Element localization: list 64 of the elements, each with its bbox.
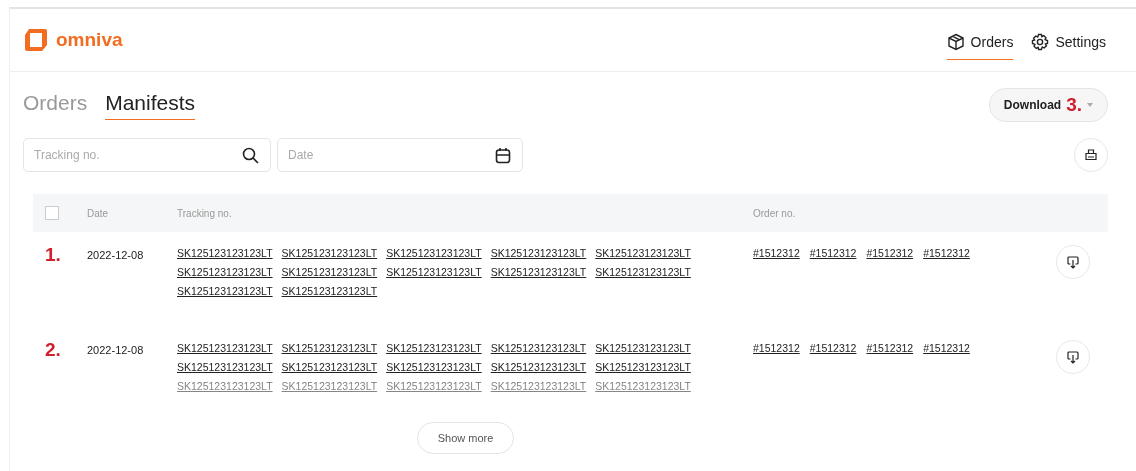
tracking-link[interactable]: SK125123123123LT bbox=[177, 283, 273, 299]
download-button[interactable]: Download 3. bbox=[988, 88, 1108, 122]
download-icon bbox=[1067, 350, 1079, 364]
tracking-link[interactable]: SK125123123123LT bbox=[386, 359, 482, 375]
order-link[interactable]: #1512312 bbox=[753, 245, 800, 261]
show-more-button[interactable]: Show more bbox=[416, 422, 515, 454]
download-row-button[interactable] bbox=[1056, 340, 1090, 374]
column-header: Tracking no. bbox=[177, 207, 232, 219]
order-link[interactable]: #1512312 bbox=[753, 340, 800, 356]
tracking-link[interactable]: SK125123123123LT bbox=[281, 359, 378, 375]
tracking-link[interactable]: SK125123123123LT bbox=[490, 378, 587, 394]
download-icon bbox=[1067, 255, 1079, 269]
order-link[interactable]: #1512312 bbox=[923, 245, 970, 261]
tracking-link[interactable]: SK125123123123LT bbox=[281, 378, 378, 394]
annotation-number: 3. bbox=[1066, 94, 1082, 116]
tracking-link[interactable]: SK125123123123LT bbox=[281, 340, 378, 356]
tracking-link[interactable]: SK125123123123LT bbox=[490, 340, 587, 356]
print-button[interactable] bbox=[1074, 138, 1108, 172]
tracking-link[interactable]: SK125123123123LT bbox=[490, 245, 587, 261]
date-cell: 2022-12-08 bbox=[87, 249, 144, 261]
tracking-link[interactable]: SK125123123123LT bbox=[595, 359, 691, 375]
tracking-link[interactable]: SK125123123123LT bbox=[386, 264, 482, 280]
logo-icon bbox=[23, 27, 49, 53]
tracking-link[interactable]: SK125123123123LT bbox=[490, 264, 587, 280]
tracking-link[interactable]: SK125123123123LT bbox=[386, 378, 482, 394]
order-link[interactable]: #1512312 bbox=[809, 245, 857, 261]
annotation-number: 2. bbox=[45, 339, 61, 360]
order-link[interactable]: #1512312 bbox=[866, 245, 914, 261]
tracking-link[interactable]: SK125123123123LT bbox=[490, 359, 587, 375]
tracking-link[interactable]: SK125123123123LT bbox=[281, 245, 378, 261]
tracking-link[interactable]: SK125123123123LT bbox=[177, 245, 273, 261]
tracking-link[interactable]: SK125123123123LT bbox=[177, 359, 273, 375]
tracking-link[interactable]: SK125123123123LT bbox=[281, 283, 378, 299]
date-cell: 2022-12-08 bbox=[87, 344, 144, 356]
date-field[interactable]: Date bbox=[277, 138, 523, 172]
tracking-link[interactable]: SK125123123123LT bbox=[595, 340, 691, 356]
tracking-link[interactable]: SK125123123123LT bbox=[386, 245, 482, 261]
tracking-link[interactable]: SK125123123123LT bbox=[595, 378, 691, 394]
tracking-link[interactable]: SK125123123123LT bbox=[281, 264, 378, 280]
tracking-search-field[interactable]: Tracking no. bbox=[23, 138, 271, 172]
order-link[interactable]: #1512312 bbox=[923, 340, 970, 356]
column-header: Date bbox=[87, 207, 109, 219]
page-tab[interactable]: Manifests bbox=[105, 90, 196, 120]
nav-link[interactable]: Orders bbox=[946, 20, 1014, 60]
tracking-link[interactable]: SK125123123123LT bbox=[386, 340, 482, 356]
tracking-link[interactable]: SK125123123123LT bbox=[595, 264, 691, 280]
calendar-icon bbox=[495, 147, 511, 164]
column-header: Order no. bbox=[753, 207, 796, 219]
tracking-link[interactable]: SK125123123123LT bbox=[177, 264, 273, 280]
search-icon bbox=[242, 147, 259, 164]
order-link[interactable]: #1512312 bbox=[866, 340, 914, 356]
brand-name: omniva bbox=[56, 29, 123, 51]
caret-icon bbox=[1087, 103, 1093, 107]
order-link[interactable]: #1512312 bbox=[809, 340, 857, 356]
annotation-number: 1. bbox=[45, 244, 61, 265]
tracking-link[interactable]: SK125123123123LT bbox=[177, 340, 273, 356]
download-row-button[interactable] bbox=[1056, 245, 1090, 279]
printer-icon bbox=[1085, 149, 1097, 161]
settings-icon bbox=[1031, 32, 1050, 51]
nav-link[interactable]: Settings bbox=[1031, 20, 1106, 60]
select-all-checkbox[interactable] bbox=[45, 206, 59, 220]
tracking-link[interactable]: SK125123123123LT bbox=[177, 378, 273, 394]
box-icon bbox=[946, 32, 965, 51]
tracking-link[interactable]: SK125123123123LT bbox=[595, 245, 691, 261]
